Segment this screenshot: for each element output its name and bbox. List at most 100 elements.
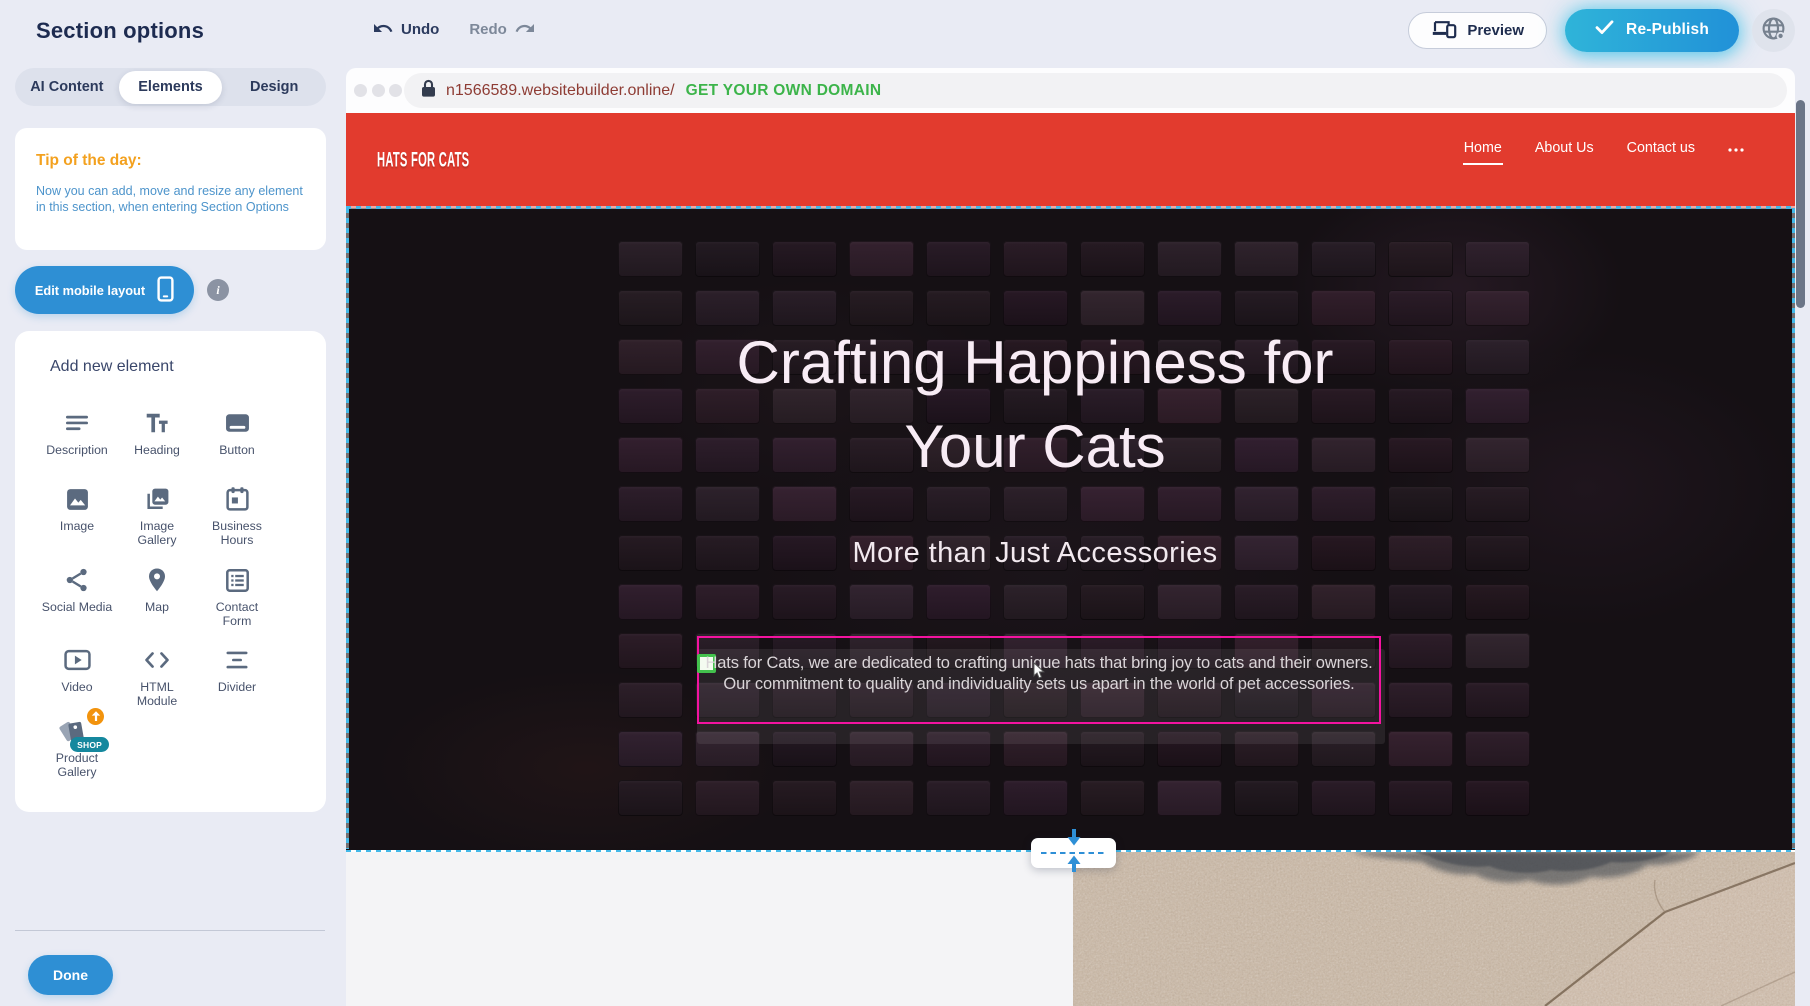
hat-frame-tile <box>1465 584 1530 620</box>
devices-icon <box>1431 17 1457 43</box>
hat-frame-tile <box>1234 780 1299 816</box>
hat-frame-tile <box>849 780 914 816</box>
product-gallery-icon: SHOP <box>59 716 95 746</box>
url-bar[interactable]: n1566589.websitebuilder.online/ GET YOUR… <box>404 73 1787 108</box>
hat-frame-tile <box>1465 290 1530 326</box>
hat-frame-tile <box>695 584 760 620</box>
hat-frame-tile <box>1003 780 1068 816</box>
hat-frame-tile <box>1388 633 1453 669</box>
preview-button[interactable]: Preview <box>1408 12 1547 49</box>
hat-frame-tile <box>618 633 683 669</box>
get-domain-link[interactable]: GET YOUR OWN DOMAIN <box>686 82 882 100</box>
element-item-button[interactable]: Button <box>197 408 277 458</box>
browser-dot <box>389 84 402 97</box>
hat-frame-tile <box>1311 780 1376 816</box>
hat-frame-tile <box>1388 241 1453 277</box>
site-header: HATS FOR CATS Home About Us Contact us <box>346 113 1795 208</box>
resize-dashes <box>1041 852 1107 855</box>
hat-frame-tile <box>695 241 760 277</box>
hat-frame-tile <box>1465 339 1530 375</box>
hat-frame-tile <box>926 780 991 816</box>
element-item-label: Business Hours <box>201 520 273 547</box>
site-logo[interactable]: HATS FOR CATS <box>377 147 469 172</box>
hat-frame-tile <box>1465 486 1530 522</box>
nav-item-about-us[interactable]: About Us <box>1535 140 1594 156</box>
element-item-map[interactable]: Map <box>117 565 197 615</box>
hat-frame-tile <box>1080 584 1145 620</box>
element-item-video[interactable]: Video <box>37 645 117 695</box>
element-item-label: Divider <box>218 681 256 695</box>
element-item-divider[interactable]: Divider <box>197 645 277 695</box>
hat-frame-tile <box>618 388 683 424</box>
tab-ai-content[interactable]: AI Content <box>15 68 119 106</box>
arrow-down-icon <box>1066 829 1082 851</box>
info-icon[interactable]: i <box>207 279 229 301</box>
hat-frame-tile <box>1465 388 1530 424</box>
element-item-business-hours[interactable]: Business Hours <box>197 484 277 547</box>
element-item-contact-form[interactable]: Contact Form <box>197 565 277 628</box>
tab-design[interactable]: Design <box>222 68 326 106</box>
nav-more-button[interactable] <box>1728 145 1744 152</box>
hat-frame-tile <box>1465 731 1530 767</box>
browser-chrome: n1566589.websitebuilder.online/ GET YOUR… <box>346 68 1795 113</box>
globe-icon <box>1760 15 1787 45</box>
hat-frame-tile <box>695 780 760 816</box>
page-title: Section options <box>36 18 204 44</box>
hero-paragraph[interactable]: Hats for Cats, we are dedicated to craft… <box>701 653 1377 695</box>
hero-heading[interactable]: Crafting Happiness for Your Cats <box>695 321 1375 489</box>
pavement-photo <box>1073 852 1795 1006</box>
selected-text-element[interactable]: Hats for Cats, we are dedicated to craft… <box>697 636 1381 724</box>
hat-frame-tile <box>618 241 683 277</box>
element-item-social-media[interactable]: Social Media <box>37 565 117 615</box>
hat-frame-tile <box>1234 241 1299 277</box>
nav-item-home[interactable]: Home <box>1464 140 1502 156</box>
undo-icon <box>372 19 394 40</box>
element-item-image-gallery[interactable]: Image Gallery <box>117 484 197 547</box>
hat-frame-tile <box>1157 780 1222 816</box>
element-item-product-gallery[interactable]: SHOPProduct Gallery <box>37 716 117 779</box>
done-button[interactable]: Done <box>28 955 113 995</box>
hat-frame-tile <box>1465 633 1530 669</box>
button-icon <box>224 408 251 438</box>
element-item-heading[interactable]: Heading <box>117 408 197 458</box>
top-actions: Preview Re-Publish <box>1408 0 1795 60</box>
nav-item-contact-us[interactable]: Contact us <box>1627 140 1695 156</box>
hat-frame-tile <box>1003 486 1068 522</box>
hat-frame-tile <box>772 780 837 816</box>
canvas-scrollbar[interactable] <box>1796 100 1805 308</box>
republish-button[interactable]: Re-Publish <box>1565 9 1739 52</box>
hat-frame-tile <box>1157 486 1222 522</box>
undo-button[interactable]: Undo <box>372 19 439 40</box>
hat-frame-tile <box>618 290 683 326</box>
site-nav: Home About Us Contact us <box>1464 140 1744 156</box>
hat-frame-tile <box>1465 437 1530 473</box>
element-item-label: Button <box>219 444 255 458</box>
element-item-label: Heading <box>134 444 180 458</box>
globe-button[interactable] <box>1752 9 1795 52</box>
hero-subheading[interactable]: More than Just Accessories <box>695 537 1375 570</box>
hat-frame-tile <box>1465 241 1530 277</box>
element-item-label: Social Media <box>42 601 112 615</box>
hat-frame-tile <box>618 535 683 571</box>
tab-elements[interactable]: Elements <box>119 71 223 104</box>
element-item-description[interactable]: Description <box>37 408 117 458</box>
hat-frame-tile <box>1234 486 1299 522</box>
heading-icon <box>144 408 170 438</box>
browser-dots <box>354 84 402 97</box>
add-element-panel: Add new element DescriptionHeadingButton… <box>15 331 326 812</box>
element-item-image[interactable]: Image <box>37 484 117 534</box>
section-resize-handle[interactable] <box>1031 838 1116 868</box>
hat-frame-tile <box>1080 780 1145 816</box>
hat-frame-tile <box>1388 437 1453 473</box>
edit-mobile-layout-button[interactable]: Edit mobile layout <box>15 266 194 314</box>
hat-frame-tile <box>1388 682 1453 718</box>
lock-icon <box>420 79 437 103</box>
hat-frame-tile <box>618 682 683 718</box>
element-item-html-module[interactable]: HTML Module <box>117 645 197 708</box>
tip-title: Tip of the day: <box>36 152 306 170</box>
site-url[interactable]: n1566589.websitebuilder.online/ <box>446 82 675 100</box>
hero-section[interactable]: Crafting Happiness for Your Cats More th… <box>346 208 1795 851</box>
hat-frame-tile <box>849 486 914 522</box>
redo-button[interactable]: Redo <box>469 19 536 40</box>
panel-tabs: AI Content Elements Design <box>15 68 326 106</box>
